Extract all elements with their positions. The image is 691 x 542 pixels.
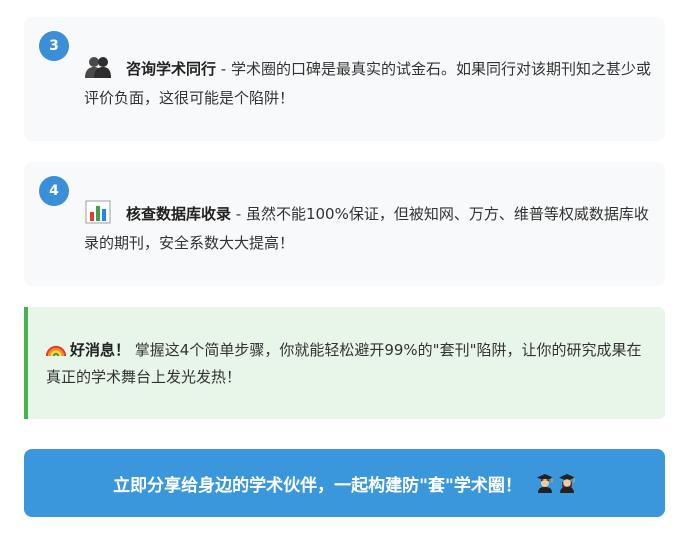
good-news-body: 掌握这4个简单步骤，你就能轻松避开99%的"套刊"陷阱，让你的研究成果在真正的学… <box>46 341 642 386</box>
step-text: 咨询学术同行 - 学术圈的口碑是最真实的试金石。如果同行对该期刊知之甚少或评价负… <box>84 55 653 113</box>
good-news-box: 好消息！ 掌握这4个简单步骤，你就能轻松避开99%的"套刊"陷阱，让你的研究成果… <box>24 307 665 419</box>
people-silhouette-icon <box>85 57 111 78</box>
step-text: 核查数据库收录 - 虽然不能100%保证，但被知网、万方、维普等权威数据库收录的… <box>84 200 653 258</box>
good-news-title: 好消息！ <box>70 341 131 359</box>
step-number-badge: 3 <box>39 31 69 61</box>
graduate-male-icon <box>536 474 553 493</box>
step-card-4: 4 核查数据库收录 - 虽然不能100%保证，但被知网、万方、维普等权威数据库收… <box>24 162 665 286</box>
step-title: 咨询学术同行 <box>126 60 217 78</box>
share-button[interactable]: 立即分享给身边的学术伙伴，一起构建防"套"学术圈！ <box>24 449 665 517</box>
step-title: 核查数据库收录 <box>126 205 232 223</box>
step-card-3: 3 咨询学术同行 - 学术圈的口碑是最真实的试金石。如果同行对该期刊知之甚少或评… <box>24 17 665 141</box>
step-number-badge: 4 <box>39 176 69 206</box>
bar-chart-icon <box>85 200 111 224</box>
rainbow-icon <box>46 345 66 357</box>
share-button-label: 立即分享给身边的学术伙伴，一起构建防"套"学术圈！ <box>113 475 522 496</box>
good-news-text: 好消息！ 掌握这4个简单步骤，你就能轻松避开99%的"套刊"陷阱，让你的研究成果… <box>46 337 645 391</box>
graduate-female-icon <box>558 474 575 493</box>
